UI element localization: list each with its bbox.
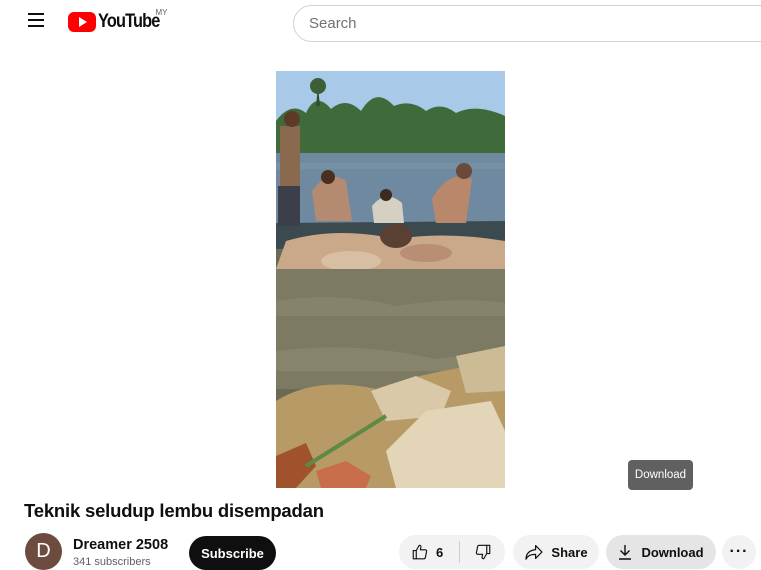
subscriber-count: 341 subscribers xyxy=(73,556,151,568)
download-tooltip: Download xyxy=(628,460,693,490)
search-input[interactable] xyxy=(294,6,761,41)
share-label: Share xyxy=(551,544,588,560)
download-label: Download xyxy=(641,544,704,560)
share-button[interactable]: Share xyxy=(513,535,599,569)
menu-icon[interactable] xyxy=(26,13,46,31)
like-count: 6 xyxy=(436,544,444,560)
channel-name[interactable]: Dreamer 2508 xyxy=(73,537,168,553)
thumbs-down-icon xyxy=(475,544,490,560)
youtube-logo[interactable]: YouTube MY xyxy=(68,8,167,34)
subscribe-button[interactable]: Subscribe xyxy=(189,536,276,570)
thumbs-up-icon xyxy=(412,544,428,560)
search-box xyxy=(293,5,761,42)
logo-text: YouTube xyxy=(98,11,160,32)
youtube-play-icon xyxy=(68,12,96,32)
video-frame xyxy=(276,71,505,488)
download-icon xyxy=(619,545,632,560)
masthead: YouTube MY xyxy=(0,0,761,46)
download-button[interactable]: Download xyxy=(606,535,716,569)
like-dislike-group: 6 xyxy=(399,535,505,569)
dislike-button[interactable] xyxy=(460,535,505,569)
like-button[interactable]: 6 xyxy=(399,535,459,569)
share-icon xyxy=(525,545,544,560)
more-icon: ··· xyxy=(729,543,749,560)
video-title: Teknik seludup lembu disempadan xyxy=(24,500,324,521)
video-player[interactable] xyxy=(276,71,505,488)
channel-avatar[interactable]: D xyxy=(25,533,62,570)
more-actions-button[interactable]: ··· xyxy=(722,535,756,569)
